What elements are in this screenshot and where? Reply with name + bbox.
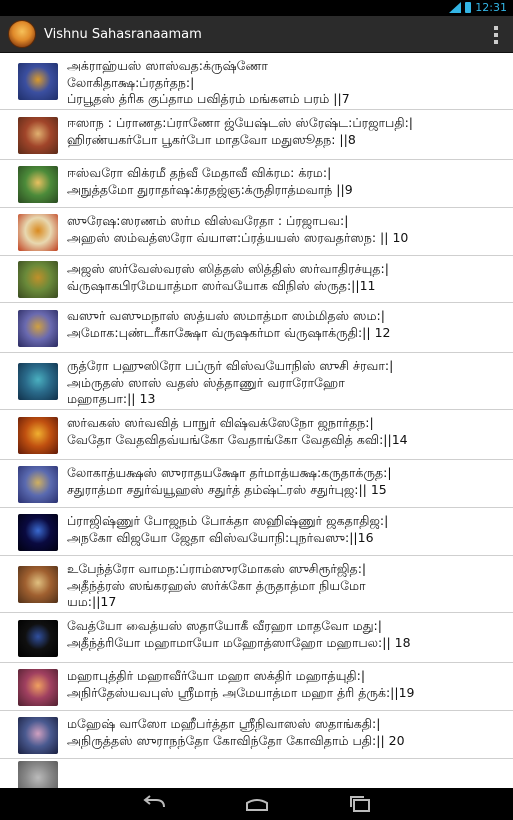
verse-row[interactable]: வேத்யோ வைத்யஸ் ஸதாயோகீ வீரஹா மாதவோ மது:|… [0,613,513,663]
verse-text: அக்ராஹ்யஸ் ஸாஸ்வத:க்ருஷ்ணோ லோகிதாக்ஷ:ப்ர… [67,58,350,106]
deity-thumbnail [18,620,58,657]
home-icon[interactable] [243,794,271,814]
action-bar: Vishnu Sahasranaamam [0,16,513,53]
verse-text: மஹாபுத்திர் மஹாவீர்யோ மஹா ஸக்திர் மஹாத்ய… [67,668,415,700]
app-deity-icon[interactable] [8,20,36,48]
verse-row[interactable]: ஈஸாந : ப்ராணத:ப்ராணோ ஜ்யேஷ்டஸ் ஸ்ரேஷ்ட:ப… [0,110,513,160]
verse-text: ருத்ரோ பஹுஸிரோ பப்ருர் விஸ்வயோநிஸ் ஸுசி … [67,358,394,406]
deity-thumbnail [18,310,58,347]
verse-text: வஸுர் வஸுமநாஸ் ஸத்யஸ் ஸமாத்மா ஸம்மிதஸ் ஸ… [67,308,391,340]
verse-text: அஜஸ் ஸர்வேஸ்வரஸ் ஸித்தஸ் ஸித்திஸ் ஸர்வாத… [67,261,389,293]
deity-thumbnail [18,669,58,706]
deity-thumbnail [18,717,58,754]
verse-row[interactable]: அக்ராஹ்யஸ் ஸாஸ்வத:க்ருஷ்ணோ லோகிதாக்ஷ:ப்ர… [0,53,513,110]
deity-thumbnail [18,214,58,251]
overflow-menu-icon[interactable] [494,26,498,44]
deity-thumbnail [18,117,58,154]
status-time: 12:31 [475,1,507,14]
verse-row[interactable]: ஸர்வகஸ் ஸர்வவித் பாநுர் விஷ்வக்ஸேநோ ஜநார… [0,410,513,460]
deity-thumbnail [18,466,58,503]
recent-apps-icon[interactable] [347,794,375,814]
verse-row[interactable]: மஹாபுத்திர் மஹாவீர்யோ மஹா ஸக்திர் மஹாத்ய… [0,663,513,711]
deity-thumbnail [18,514,58,551]
verse-text: லோகாத்யக்ஷஸ் ஸுராதயக்ஷோ தர்மாத்யக்ஷ:கருத… [67,465,392,497]
verse-row[interactable]: அஜஸ் ஸர்வேஸ்வரஸ் ஸித்தஸ் ஸித்திஸ் ஸர்வாத… [0,256,513,303]
deity-thumbnail [18,63,58,100]
verse-text: மஹேஷ் வாஸோ மஹீபர்த்தா ஸ்ரீநிவாஸஸ் ஸதாங்க… [67,716,405,748]
deity-thumbnail [18,761,58,788]
deity-thumbnail [18,261,58,298]
verse-row[interactable]: வஸுர் வஸுமநாஸ் ஸத்யஸ் ஸமாத்மா ஸம்மிதஸ் ஸ… [0,303,513,353]
verse-text: ஸுரேஷ:ஸரணம் ஸர்ம விஸ்வரேதா : ப்ரஜாபவ:| அ… [67,213,409,245]
deity-thumbnail [18,166,58,203]
deity-thumbnail [18,566,58,603]
deity-thumbnail [18,363,58,400]
verse-row[interactable]: லோகாத்யக்ஷஸ் ஸுராதயக்ஷோ தர்மாத்யக்ஷ:கருத… [0,460,513,508]
battery-icon [465,2,472,13]
app-title: Vishnu Sahasranaamam [44,26,202,42]
verse-row[interactable]: உபேந்த்ரோ வாமந:ப்ராம்ஸுரமோகஸ் ஸுசிரூர்ஜி… [0,556,513,613]
back-icon[interactable] [140,794,168,814]
verse-row[interactable]: ஈஸ்வரோ விக்ரமீ தந்வீ மேதாவீ விக்ரம: க்ரம… [0,160,513,208]
verse-text: ப்ராஜிஷ்ணுர் போஜநம் போக்தா ஸஹிஷ்ணுர் ஜகத… [67,513,389,545]
verse-text: வேத்யோ வைத்யஸ் ஸதாயோகீ வீரஹா மாதவோ மது:|… [67,618,411,650]
verse-row[interactable]: மஹேஷ் வாஸோ மஹீபர்த்தா ஸ்ரீநிவாஸஸ் ஸதாங்க… [0,711,513,759]
verse-row[interactable]: ஸுரேஷ:ஸரணம் ஸர்ம விஸ்வரேதா : ப்ரஜாபவ:| அ… [0,208,513,256]
verse-list[interactable]: அக்ராஹ்யஸ் ஸாஸ்வத:க்ருஷ்ணோ லோகிதாக்ஷ:ப்ர… [0,53,513,788]
verse-text: ஈஸ்வரோ விக்ரமீ தந்வீ மேதாவீ விக்ரம: க்ரம… [67,165,353,197]
verse-text: ஸர்வகஸ் ஸர்வவித் பாநுர் விஷ்வக்ஸேநோ ஜநார… [67,415,408,447]
navigation-bar [0,788,513,820]
verse-row[interactable] [0,759,513,788]
verse-text: ஈஸாந : ப்ராணத:ப்ராணோ ஜ்யேஷ்டஸ் ஸ்ரேஷ்ட:ப… [67,115,414,147]
verse-row[interactable]: ருத்ரோ பஹுஸிரோ பப்ருர் விஸ்வயோநிஸ் ஸுசி … [0,353,513,410]
verse-row[interactable]: ப்ராஜிஷ்ணுர் போஜநம் போக்தா ஸஹிஷ்ணுர் ஜகத… [0,508,513,556]
signal-icon [449,2,462,13]
verse-text: உபேந்த்ரோ வாமந:ப்ராம்ஸுரமோகஸ் ஸுசிரூர்ஜி… [67,561,367,609]
status-bar: 12:31 [0,0,513,16]
deity-thumbnail [18,417,58,454]
